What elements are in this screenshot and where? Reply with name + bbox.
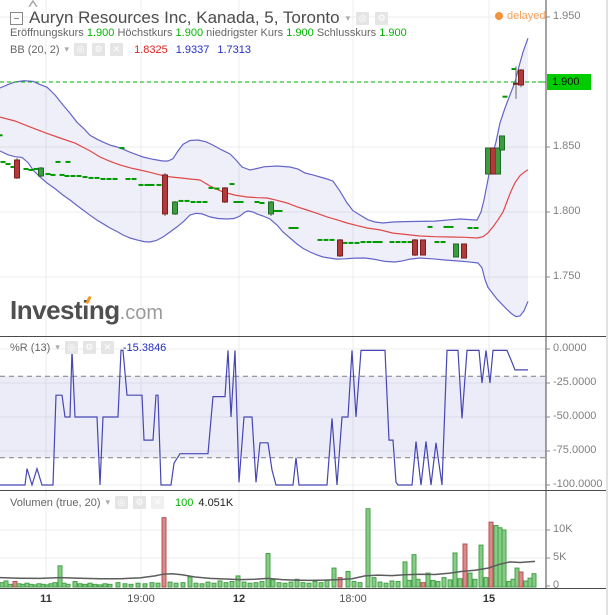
ohlc-item: Schlusskurs 1.900 <box>314 27 407 39</box>
close-icon[interactable]: ✕ <box>101 341 114 354</box>
price-tick-label: 1.850 <box>553 140 581 152</box>
wr-tick-label: -75.0000 <box>553 444 596 456</box>
wr-tick-label: -50.0000 <box>553 410 596 422</box>
time-tick-label: 12 <box>233 593 245 605</box>
price-tick-label: 1.750 <box>553 270 581 282</box>
volume-indicator-row: Volumen (true, 20) ▾ ◎ ⚙ ✕ 100 4.051K <box>10 496 233 509</box>
gear-icon[interactable]: ⚙ <box>375 12 388 25</box>
investing-logo: Investing.com <box>10 295 163 326</box>
wr-value: -15.3846 <box>123 342 166 354</box>
wr-tick-label: 0.0000 <box>553 342 587 354</box>
volume-label: Volumen (true, 20) <box>10 497 101 509</box>
chevron-down-icon[interactable]: ▾ <box>55 343 60 352</box>
current-price-label: 1.900 <box>547 74 591 90</box>
vol-tick-label: 10K <box>553 523 573 535</box>
bb-indicator-row: BB (20, 2) ▾ ◎ ⚙ ✕ 1.8325 1.9337 1.7313 <box>10 43 251 56</box>
price-tick-label: 1.800 <box>553 205 581 217</box>
price-tick-label: 1.950 <box>553 10 581 22</box>
bb-value: 1.9337 <box>176 44 210 56</box>
ohlc-item: niedrigster Kurs 1.900 <box>203 27 314 39</box>
wr-indicator-row: %R (13) ▾ ◎ ⚙ ✕ -15.3846 <box>10 341 166 354</box>
delayed-label: delayed <box>507 10 546 22</box>
ohlc-item: Höchstkurs 1.900 <box>114 27 203 39</box>
ohlc-row: Eröffnungskurs 1.900 Höchstkurs 1.900 ni… <box>10 27 407 39</box>
chevron-down-icon[interactable]: ▾ <box>65 45 70 54</box>
chart-header: Auryn Resources Inc, Kanada, 5, Toronto … <box>10 7 388 29</box>
delayed-dot-icon <box>495 12 503 20</box>
delayed-badge: delayed <box>495 10 546 22</box>
ohlc-item: Eröffnungskurs 1.900 <box>10 27 114 39</box>
volume-value-green: 100 <box>175 497 193 509</box>
time-tick-label: 18:00 <box>339 593 367 605</box>
close-icon[interactable]: ✕ <box>151 496 164 509</box>
indicator-settings-icon[interactable]: ◎ <box>356 12 369 25</box>
bb-label: BB (20, 2) <box>10 44 60 56</box>
close-icon[interactable]: ✕ <box>110 43 123 56</box>
chevron-down-icon[interactable]: ▾ <box>346 14 351 23</box>
visibility-icon[interactable]: ◎ <box>65 341 78 354</box>
time-tick-label: 11 <box>40 593 52 605</box>
gear-icon[interactable]: ⚙ <box>133 496 146 509</box>
gear-icon[interactable]: ⚙ <box>92 43 105 56</box>
instrument-title: Auryn Resources Inc, Kanada, 5, Toronto <box>29 8 340 28</box>
bb-values: 1.8325 1.9337 1.7313 <box>134 44 251 56</box>
wr-tick-label: -100.0000 <box>553 478 603 490</box>
wr-tick-label: -25.0000 <box>553 376 596 388</box>
visibility-icon[interactable]: ◎ <box>74 43 87 56</box>
time-tick-label: 19:00 <box>127 593 155 605</box>
bb-value: 1.8325 <box>134 44 168 56</box>
chevron-down-icon[interactable]: ▾ <box>106 498 111 507</box>
visibility-icon[interactable]: ◎ <box>115 496 128 509</box>
logo-suffix: .com <box>120 302 163 324</box>
volume-value: 4.051K <box>198 497 233 509</box>
bb-value: 1.7313 <box>217 44 251 56</box>
time-tick-label: 15 <box>483 593 495 605</box>
partial-toolbar-icon[interactable] <box>27 0 39 7</box>
gear-icon[interactable]: ⚙ <box>83 341 96 354</box>
collapse-icon[interactable] <box>10 12 23 25</box>
wr-label: %R (13) <box>10 342 50 354</box>
logo-text: Investing <box>10 295 120 325</box>
vol-tick-label: 0 <box>553 579 559 591</box>
chart-app: Auryn Resources Inc, Kanada, 5, Toronto … <box>0 0 610 615</box>
vol-tick-label: 5K <box>553 551 566 563</box>
